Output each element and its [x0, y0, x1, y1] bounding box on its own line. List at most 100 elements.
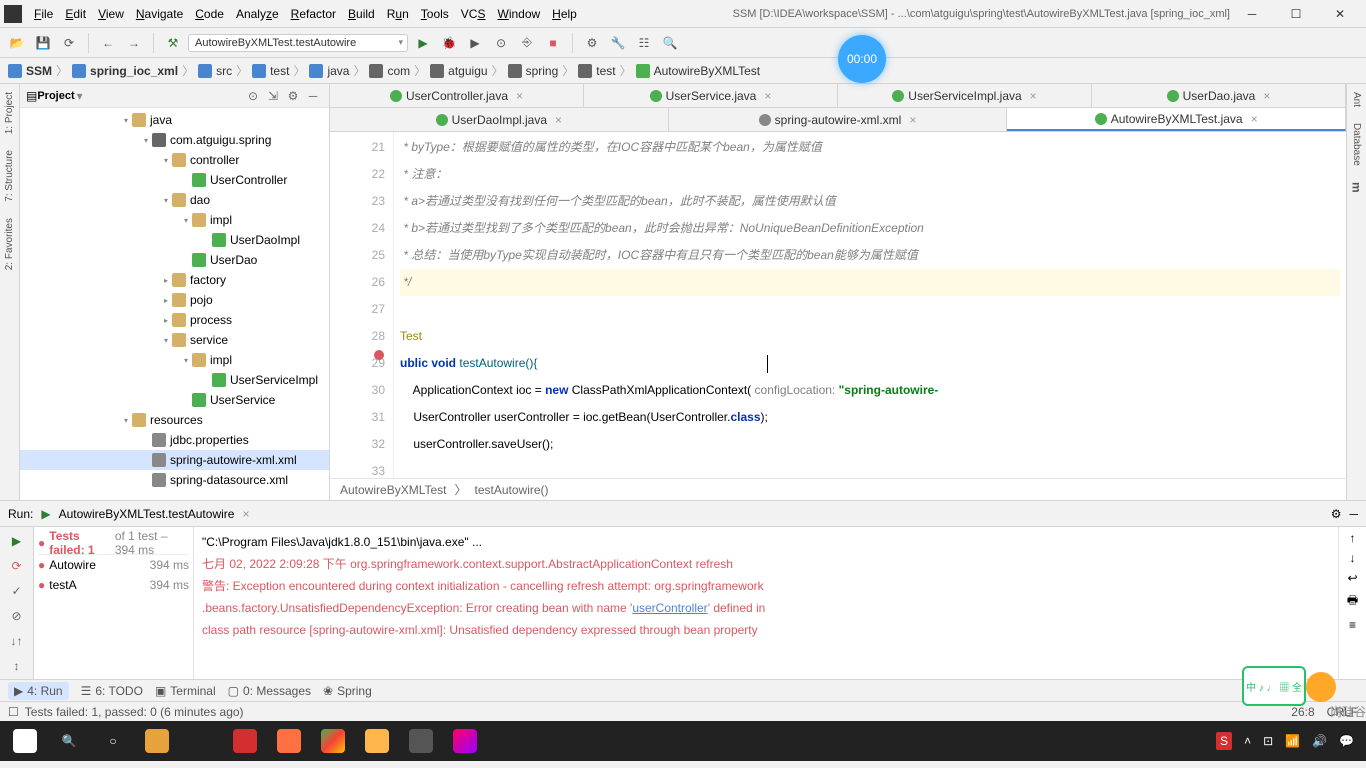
- test-item[interactable]: ●testA394 ms: [38, 575, 189, 595]
- menu-code[interactable]: Code: [189, 7, 230, 21]
- tree-node[interactable]: ▾java: [20, 110, 329, 130]
- soft-wrap-icon[interactable]: ↩: [1347, 571, 1357, 585]
- attach-icon[interactable]: ⎆: [516, 32, 538, 54]
- clear-icon[interactable]: ≡: [1349, 618, 1356, 632]
- editor-tab[interactable]: UserDaoImpl.java×: [330, 108, 669, 131]
- project-tool-button[interactable]: 1: Project: [4, 88, 15, 138]
- editor-tab[interactable]: AutowireByXMLTest.java×: [1007, 108, 1346, 131]
- tree-node[interactable]: UserServiceImpl: [20, 370, 329, 390]
- rerun-failed-icon[interactable]: ⟳: [7, 556, 27, 575]
- hide-icon[interactable]: ─: [303, 86, 323, 106]
- stop-icon[interactable]: ■: [542, 32, 564, 54]
- menu-refactor[interactable]: Refactor: [285, 7, 342, 21]
- chrome-icon[interactable]: [312, 721, 354, 761]
- tray-wifi-icon[interactable]: 📶: [1285, 734, 1300, 748]
- run-console[interactable]: "C:\Program Files\Java\jdk1.8.0_151\bin\…: [194, 527, 1338, 679]
- menu-edit[interactable]: Edit: [59, 7, 92, 21]
- app-1-icon[interactable]: [136, 721, 178, 761]
- scroll-down-icon[interactable]: ↓: [1350, 551, 1356, 565]
- ant-tool-button[interactable]: Ant: [1351, 88, 1362, 111]
- bottom-todo[interactable]: ☰ 6: TODO: [81, 684, 143, 698]
- favorites-tool-button[interactable]: 2: Favorites: [4, 214, 15, 274]
- expand-icon[interactable]: ↕: [7, 656, 27, 675]
- app-3-icon[interactable]: [224, 721, 266, 761]
- tree-node[interactable]: ▾impl: [20, 210, 329, 230]
- editor-tab[interactable]: UserDao.java×: [1092, 84, 1346, 107]
- database-tool-button[interactable]: Database: [1351, 119, 1362, 170]
- sort-icon[interactable]: ↓↑: [7, 631, 27, 650]
- editor-tab[interactable]: UserServiceImpl.java×: [838, 84, 1092, 107]
- tree-node[interactable]: ▾com.atguigu.spring: [20, 130, 329, 150]
- menu-window[interactable]: Window: [491, 7, 546, 21]
- locate-icon[interactable]: ⊙: [243, 86, 263, 106]
- rerun-icon[interactable]: ▶: [7, 531, 27, 550]
- editor-tab[interactable]: spring-autowire-xml.xml×: [669, 108, 1008, 131]
- app-2-icon[interactable]: [180, 721, 222, 761]
- menu-build[interactable]: Build: [342, 7, 381, 21]
- tree-node[interactable]: ▸pojo: [20, 290, 329, 310]
- structure-icon[interactable]: ☷: [633, 32, 655, 54]
- stop-run-icon[interactable]: ⊘: [7, 606, 27, 625]
- menu-analyze[interactable]: Analyze: [230, 7, 285, 21]
- app-4-icon[interactable]: [400, 721, 442, 761]
- sync-icon[interactable]: ⟳: [58, 32, 80, 54]
- tree-node[interactable]: UserService: [20, 390, 329, 410]
- menu-tools[interactable]: Tools: [415, 7, 455, 21]
- tray-up-icon[interactable]: ˄: [1244, 734, 1251, 748]
- save-icon[interactable]: 💾: [32, 32, 54, 54]
- menu-navigate[interactable]: Navigate: [130, 7, 189, 21]
- tray-net-icon[interactable]: ⊡: [1263, 734, 1273, 748]
- editor-tab[interactable]: UserService.java×: [584, 84, 838, 107]
- code-crumb-class[interactable]: AutowireByXMLTest: [340, 483, 446, 497]
- coverage-icon[interactable]: ▶: [464, 32, 486, 54]
- tree-node[interactable]: spring-datasource.xml: [20, 470, 329, 490]
- settings-icon[interactable]: 🔧: [607, 32, 629, 54]
- tree-node[interactable]: spring-autowire-xml.xml: [20, 450, 329, 470]
- gear-icon[interactable]: ⚙: [283, 86, 303, 106]
- tree-node[interactable]: UserDaoImpl: [20, 230, 329, 250]
- print-icon[interactable]: 🖶: [1347, 591, 1358, 612]
- code-editor[interactable]: * byType：根据要赋值的属性的类型，在IOC容器中匹配某个bean，为属性…: [394, 132, 1346, 478]
- menu-vcs[interactable]: VCS: [455, 7, 492, 21]
- start-button[interactable]: [4, 721, 46, 761]
- bottom-spring[interactable]: ❀ Spring: [323, 684, 372, 698]
- run-hide-icon[interactable]: ─: [1349, 507, 1358, 521]
- explorer-icon[interactable]: [356, 721, 398, 761]
- forward-icon[interactable]: →: [123, 32, 145, 54]
- tree-node[interactable]: ▾dao: [20, 190, 329, 210]
- build-icon[interactable]: ⚒: [162, 32, 184, 54]
- minimize-button[interactable]: ─: [1230, 0, 1274, 28]
- collapse-icon[interactable]: ⇲: [263, 86, 283, 106]
- structure-tool-button[interactable]: 7: Structure: [4, 146, 15, 206]
- bottom-terminal[interactable]: ▣ Terminal: [155, 684, 216, 698]
- timer-widget[interactable]: 00:00: [838, 35, 886, 83]
- run-icon[interactable]: ▶: [412, 32, 434, 54]
- maven-tool-button[interactable]: m: [1350, 178, 1364, 197]
- tray-notif-icon[interactable]: 💬: [1339, 734, 1354, 748]
- firefox-icon[interactable]: [268, 721, 310, 761]
- intellij-icon[interactable]: [444, 721, 486, 761]
- editor-tab[interactable]: UserController.java×: [330, 84, 584, 107]
- tree-node[interactable]: ▾resources: [20, 410, 329, 430]
- search-icon[interactable]: 🔍: [659, 32, 681, 54]
- search-task-icon[interactable]: 🔍: [48, 721, 90, 761]
- back-icon[interactable]: ←: [97, 32, 119, 54]
- menu-file[interactable]: File: [28, 7, 59, 21]
- menu-view[interactable]: View: [92, 7, 130, 21]
- profile-icon[interactable]: ⊙: [490, 32, 512, 54]
- code-crumb-method[interactable]: testAutowire(): [475, 483, 549, 497]
- tree-node[interactable]: ▸factory: [20, 270, 329, 290]
- tree-node[interactable]: ▾service: [20, 330, 329, 350]
- menu-help[interactable]: Help: [546, 7, 583, 21]
- tree-node[interactable]: ▾impl: [20, 350, 329, 370]
- open-icon[interactable]: 📂: [6, 32, 28, 54]
- test-item[interactable]: ●Autowire394 ms: [38, 555, 189, 575]
- tree-node[interactable]: ▾controller: [20, 150, 329, 170]
- debug-icon[interactable]: 🐞: [438, 32, 460, 54]
- tree-node[interactable]: jdbc.properties: [20, 430, 329, 450]
- run-config-select[interactable]: AutowireByXMLTest.testAutowire: [188, 34, 408, 52]
- run-gear-icon[interactable]: ⚙: [1331, 507, 1342, 521]
- close-button[interactable]: ✕: [1318, 0, 1362, 28]
- tray-ime-icon[interactable]: S: [1216, 732, 1232, 750]
- bottom-messages[interactable]: ▢ 0: Messages: [228, 684, 311, 698]
